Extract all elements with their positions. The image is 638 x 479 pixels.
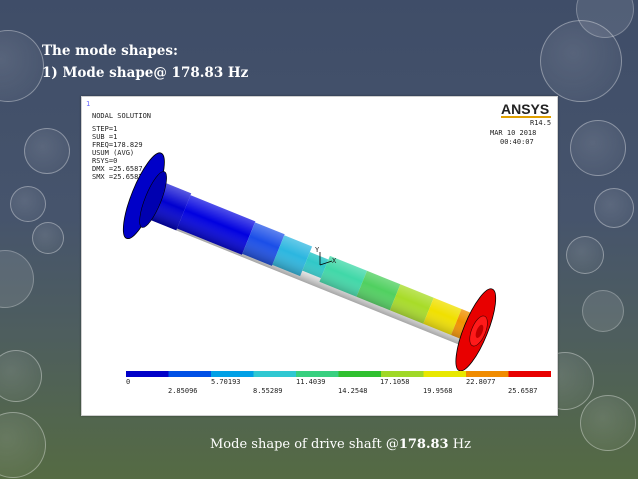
heading-line-1: The mode shapes: — [42, 43, 178, 59]
caption-text: Mode shape of drive shaft @ — [210, 437, 399, 452]
info-dmx: DMX =25.6587 — [92, 165, 143, 173]
decorative-bubble — [32, 222, 64, 254]
decorative-bubble — [0, 350, 42, 402]
plot-date: MAR 10 2018 — [490, 129, 536, 137]
legend-label: 0 — [126, 378, 130, 386]
legend-label: 25.6587 — [508, 387, 538, 395]
legend-label: 2.85096 — [168, 387, 198, 395]
legend-label: 19.9568 — [423, 387, 453, 395]
heading-line-2: 1) Mode shape@ 178.83 Hz — [42, 65, 249, 81]
drive-shaft-model: Y X — [122, 152, 497, 372]
decorative-bubble — [570, 120, 626, 176]
legend-label: 17.1058 — [380, 378, 410, 386]
decorative-bubble — [566, 236, 604, 274]
info-smx: SMX =25.6587 — [92, 173, 143, 181]
legend-swatch — [381, 371, 424, 377]
plot-title: NODAL SOLUTION — [92, 112, 151, 120]
ansys-result-panel: 1 NODAL SOLUTION STEP=1 SUB =1 FREQ=178.… — [81, 96, 558, 416]
decorative-bubble — [10, 186, 46, 222]
legend-swatch — [126, 371, 169, 377]
caption-value: 178.83 — [398, 437, 449, 452]
ansys-plot: 1 NODAL SOLUTION STEP=1 SUB =1 FREQ=178.… — [86, 100, 551, 395]
legend-swatch — [168, 371, 211, 377]
info-rsys: RSYS=0 — [92, 157, 117, 165]
decorative-bubble — [0, 30, 44, 102]
info-sub: SUB =1 — [92, 133, 117, 141]
ansys-logo-underline — [501, 116, 551, 118]
slide-heading: The mode shapes: 1) Mode shape@ 178.83 H… — [42, 40, 248, 84]
ansys-logo: ANSYS — [501, 101, 549, 117]
legend-swatch — [296, 371, 339, 377]
plot-time: 00:40:07 — [500, 138, 534, 146]
legend-label: 11.4039 — [296, 378, 326, 386]
legend-swatch — [466, 371, 509, 377]
decorative-bubble — [0, 250, 34, 308]
solution-info: STEP=1 SUB =1 FREQ=178.829 USUM (AVG) RS… — [92, 125, 143, 181]
legend-swatch — [253, 371, 296, 377]
legend-swatch — [508, 371, 551, 377]
info-usum: USUM (AVG) — [92, 149, 134, 157]
legend-label: 5.70193 — [211, 378, 241, 386]
caption-unit: Hz — [448, 437, 471, 452]
legend-swatch — [423, 371, 466, 377]
legend-label: 22.8077 — [466, 378, 496, 386]
decorative-bubble — [0, 412, 46, 478]
slide-caption: Mode shape of drive shaft @178.83 Hz — [210, 437, 471, 452]
decorative-bubble — [582, 290, 624, 332]
decorative-bubble — [24, 128, 70, 174]
ansys-version: R14.5 — [530, 119, 551, 127]
contour-legend: 0 5.70193 11.4039 17.1058 22.8077 2.8509… — [126, 371, 551, 395]
legend-swatch — [338, 371, 381, 377]
legend-swatches — [126, 371, 551, 377]
legend-label: 14.2548 — [338, 387, 368, 395]
legend-swatch — [211, 371, 254, 377]
window-number: 1 — [86, 100, 90, 108]
info-step: STEP=1 — [92, 125, 117, 133]
decorative-bubble — [594, 188, 634, 228]
decorative-bubble — [580, 395, 636, 451]
legend-label: 8.55289 — [253, 387, 283, 395]
info-freq: FREQ=178.829 — [92, 141, 143, 149]
slide: { "slide": { "heading_line1": "The mode … — [0, 0, 638, 479]
